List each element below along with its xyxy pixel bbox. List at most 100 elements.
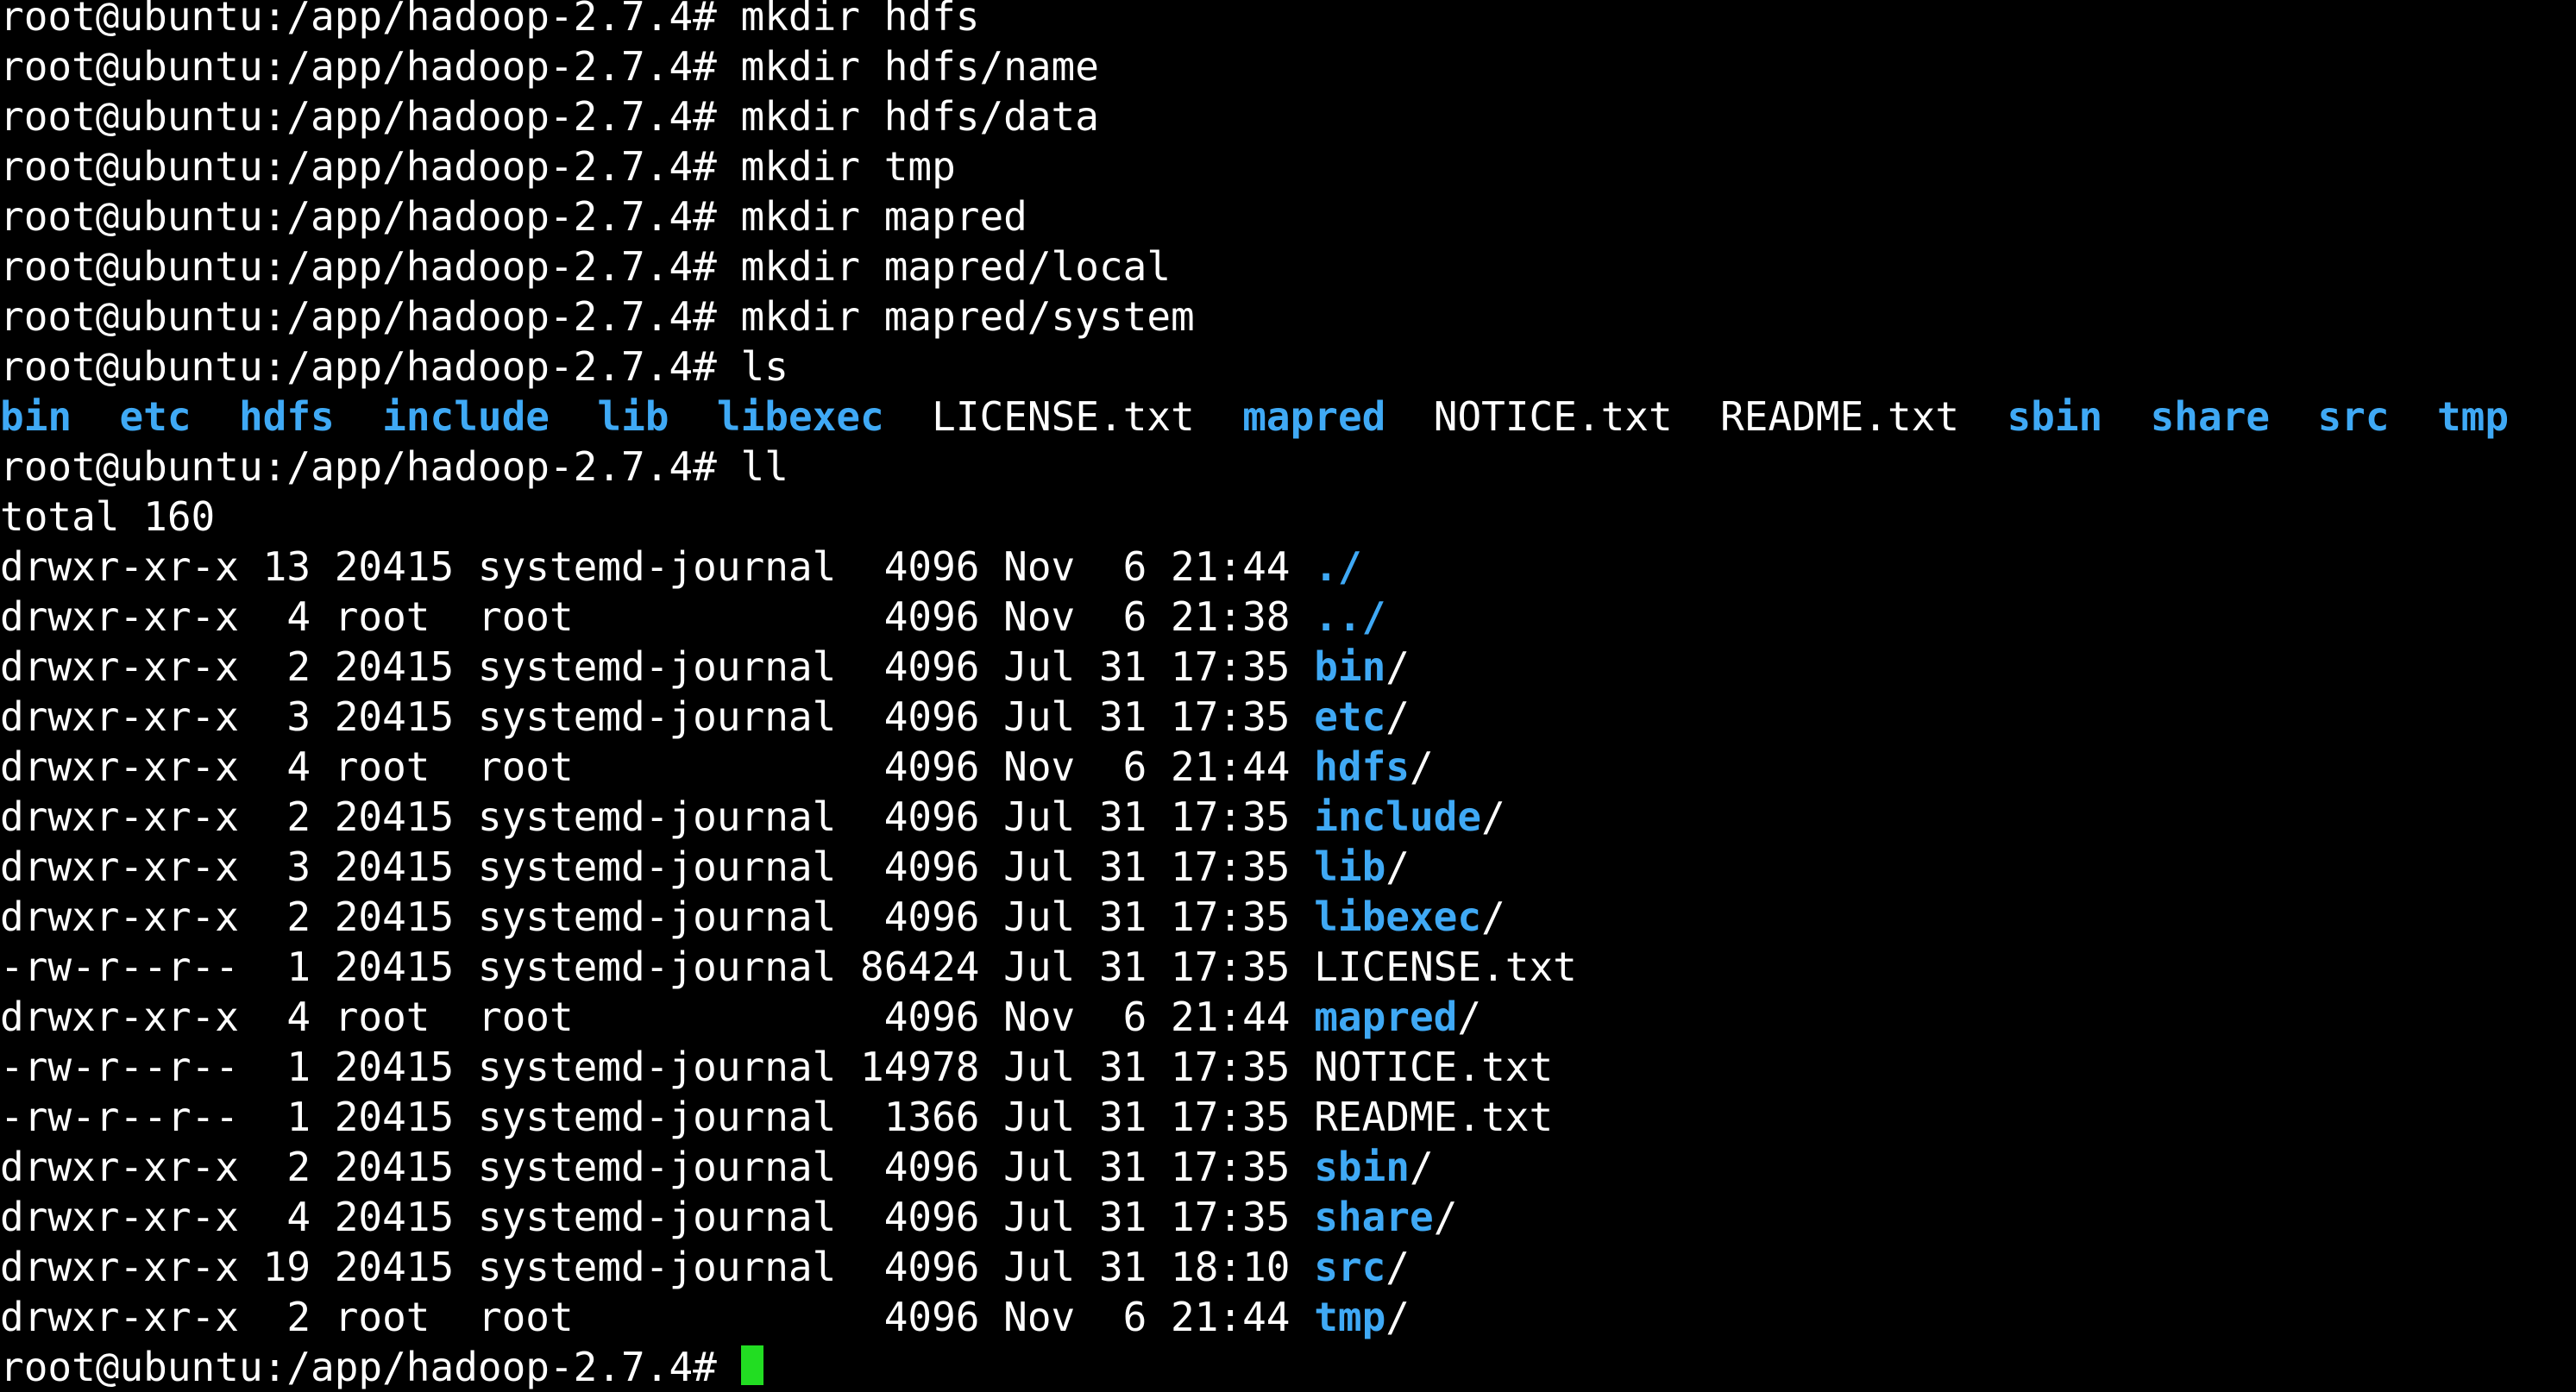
directory-suffix: / [1385, 843, 1410, 890]
listing-row: drwxr-xr-x 4 root root 4096 Nov 6 21:44 … [0, 742, 2576, 792]
directory-suffix: / [1409, 1144, 1434, 1190]
listing-row: -rw-r--r-- 1 20415 systemd-journal 1366 … [0, 1092, 2576, 1142]
listing-metadata: drwxr-xr-x 2 20415 systemd-journal 4096 … [0, 1144, 1315, 1190]
file-name: NOTICE.txt [1314, 1044, 1554, 1090]
active-prompt-line[interactable]: root@ubuntu:/app/hadoop-2.7.4# [0, 1342, 2576, 1392]
shell-prompt: root@ubuntu:/app/hadoop-2.7.4# [0, 193, 741, 240]
terminal-window[interactable]: root@ubuntu:/app/hadoop-2.7.4# mkdir hdf… [0, 0, 2576, 1390]
listing-metadata: drwxr-xr-x 13 20415 systemd-journal 4096… [0, 543, 1315, 590]
ls-separator [1959, 393, 2007, 440]
file-entry: NOTICE.txt [1433, 393, 1673, 440]
file-entry: LICENSE.txt [932, 393, 1195, 440]
listing-metadata: drwxr-xr-x 19 20415 systemd-journal 4096… [0, 1244, 1315, 1290]
directory-suffix: / [1481, 793, 1505, 840]
ls-separator [1195, 393, 1242, 440]
listing-row: drwxr-xr-x 2 20415 systemd-journal 4096 … [0, 892, 2576, 942]
command-text: mkdir hdfs/data [740, 93, 1099, 140]
directory-entry: lib [597, 393, 669, 440]
command-text: mkdir mapred/local [740, 243, 1172, 290]
listing-metadata: drwxr-xr-x 4 20415 systemd-journal 4096 … [0, 1194, 1315, 1240]
listing-metadata: drwxr-xr-x 4 root root 4096 Nov 6 21:44 [0, 994, 1315, 1040]
listing-row: drwxr-xr-x 3 20415 systemd-journal 4096 … [0, 692, 2576, 742]
listing-row: drwxr-xr-x 2 20415 systemd-journal 4096 … [0, 792, 2576, 842]
listing-row: drwxr-xr-x 19 20415 systemd-journal 4096… [0, 1242, 2576, 1292]
listing-row: drwxr-xr-x 2 root root 4096 Nov 6 21:44 … [0, 1292, 2576, 1342]
command-text: mkdir mapred/system [740, 293, 1195, 340]
ls-separator [669, 393, 717, 440]
command-line: root@ubuntu:/app/hadoop-2.7.4# mkdir hdf… [0, 0, 2576, 41]
directory-name: ../ [1314, 593, 1386, 640]
ls-separator [1385, 393, 1433, 440]
listing-metadata: drwxr-xr-x 4 root root 4096 Nov 6 21:38 [0, 593, 1315, 640]
listing-metadata: -rw-r--r-- 1 20415 systemd-journal 86424… [0, 944, 1315, 990]
listing-row: drwxr-xr-x 2 20415 systemd-journal 4096 … [0, 1142, 2576, 1192]
listing-metadata: -rw-r--r-- 1 20415 systemd-journal 1366 … [0, 1094, 1315, 1140]
listing-row: -rw-r--r-- 1 20415 systemd-journal 86424… [0, 942, 2576, 992]
directory-suffix: / [1457, 994, 1482, 1040]
shell-prompt: root@ubuntu:/app/hadoop-2.7.4# [0, 343, 741, 390]
command-text: mkdir mapred [740, 193, 1027, 240]
file-entry: README.txt [1720, 393, 1960, 440]
directory-entry: tmp [2436, 393, 2510, 440]
directory-entry: hdfs [238, 393, 335, 440]
file-name: LICENSE.txt [1314, 944, 1577, 990]
directory-name: sbin [1314, 1144, 1410, 1190]
directory-suffix: / [1385, 1244, 1410, 1290]
listing-row: drwxr-xr-x 4 root root 4096 Nov 6 21:44 … [0, 992, 2576, 1042]
listing-metadata: drwxr-xr-x 2 20415 systemd-journal 4096 … [0, 894, 1315, 940]
shell-prompt: root@ubuntu:/app/hadoop-2.7.4# [0, 143, 741, 190]
directory-suffix: / [1481, 894, 1505, 940]
listing-metadata: drwxr-xr-x 3 20415 systemd-journal 4096 … [0, 693, 1315, 740]
directory-suffix: / [1385, 1294, 1410, 1340]
command-text: mkdir hdfs/name [740, 43, 1099, 90]
ls-separator [884, 393, 932, 440]
file-name: README.txt [1314, 1094, 1554, 1140]
listing-row: drwxr-xr-x 13 20415 systemd-journal 4096… [0, 542, 2576, 592]
directory-suffix: / [1433, 1194, 1458, 1240]
listing-row: drwxr-xr-x 2 20415 systemd-journal 4096 … [0, 642, 2576, 692]
directory-entry: libexec [716, 393, 884, 440]
command-text: mkdir hdfs [740, 0, 980, 40]
directory-entry: include [382, 393, 550, 440]
ls-output-row: bin etc hdfs include lib libexec LICENSE… [0, 392, 2576, 442]
command-text: ll [740, 443, 789, 490]
command-line: root@ubuntu:/app/hadoop-2.7.4# mkdir map… [0, 241, 2576, 292]
directory-suffix: / [1385, 643, 1410, 690]
ls-separator [72, 393, 119, 440]
directory-name: mapred [1314, 994, 1458, 1040]
ls-separator [2390, 393, 2437, 440]
directory-suffix: / [1409, 743, 1434, 790]
directory-entry: etc [119, 393, 192, 440]
ls-separator [1673, 393, 1720, 440]
command-line: root@ubuntu:/app/hadoop-2.7.4# ll [0, 442, 2576, 492]
listing-metadata: drwxr-xr-x 4 root root 4096 Nov 6 21:44 [0, 743, 1315, 790]
directory-name: share [1314, 1194, 1434, 1240]
directory-suffix: / [1385, 693, 1410, 740]
directory-entry: sbin [2007, 393, 2103, 440]
command-text: ls [740, 343, 789, 390]
directory-name: bin [1314, 643, 1386, 690]
directory-name: lib [1314, 843, 1386, 890]
listing-metadata: drwxr-xr-x 2 20415 systemd-journal 4096 … [0, 643, 1315, 690]
shell-prompt: root@ubuntu:/app/hadoop-2.7.4# [0, 0, 741, 40]
directory-name: libexec [1314, 894, 1482, 940]
shell-prompt: root@ubuntu:/app/hadoop-2.7.4# [0, 93, 741, 140]
directory-entry: bin [0, 393, 72, 440]
directory-name: etc [1314, 693, 1386, 740]
ls-separator [335, 393, 382, 440]
command-line: root@ubuntu:/app/hadoop-2.7.4# mkdir hdf… [0, 41, 2576, 91]
listing-metadata: drwxr-xr-x 3 20415 systemd-journal 4096 … [0, 843, 1315, 890]
ls-separator [550, 393, 597, 440]
directory-name: hdfs [1314, 743, 1410, 790]
shell-prompt: root@ubuntu:/app/hadoop-2.7.4# [0, 243, 741, 290]
directory-name: src [1314, 1244, 1386, 1290]
listing-row: -rw-r--r-- 1 20415 systemd-journal 14978… [0, 1042, 2576, 1092]
directory-entry: src [2317, 393, 2390, 440]
ls-separator [2270, 393, 2317, 440]
command-line: root@ubuntu:/app/hadoop-2.7.4# ls [0, 342, 2576, 392]
total-line: total 160 [0, 493, 216, 540]
listing-metadata: drwxr-xr-x 2 20415 systemd-journal 4096 … [0, 793, 1315, 840]
shell-prompt: root@ubuntu:/app/hadoop-2.7.4# [0, 293, 741, 340]
ls-separator [192, 393, 239, 440]
listing-row: drwxr-xr-x 4 root root 4096 Nov 6 21:38 … [0, 592, 2576, 642]
